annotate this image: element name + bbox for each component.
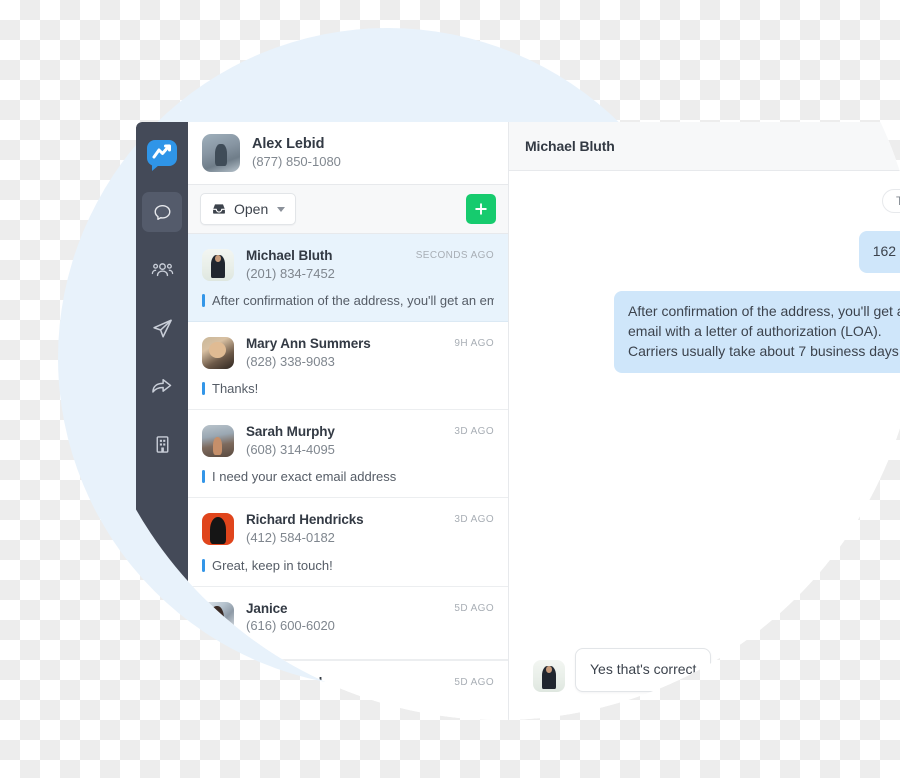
conversation-preview: After confirmation of the address, you'l… [202, 293, 494, 308]
conversation-row-top: Mary Ann Summers (828) 338-9083 9H AGO [202, 336, 494, 370]
account-header: Alex Lebid (877) 850-1080 [188, 122, 508, 184]
message-row-outgoing: After confirmation of the address, you'l… [533, 290, 900, 373]
conversation-phone: (608) 314-4095 [246, 442, 335, 458]
conversation-row-top: Sarah Murphy (608) 314-4095 3D AGO [202, 424, 494, 458]
conversation-phone: (201) 834-7452 [246, 265, 335, 281]
sidebar-item-organization[interactable] [142, 424, 182, 464]
message-bubble: Yes that's correct [575, 648, 712, 692]
conversation-identity: Richard Hendricks (412) 584-0182 [246, 512, 454, 546]
conversation-timestamp: 3D AGO [454, 514, 494, 526]
conversation-identity: Sarah Murphy (608) 314-4095 [246, 424, 454, 458]
conversation-row-top: Janice (616) 600-6020 5D AGO [202, 601, 494, 635]
conversation-row-michael-bluth[interactable]: Michael Bluth (201) 834-7452 SECONDS AGO… [188, 234, 508, 323]
conversation-preview: Great, keep in touch! [202, 558, 494, 573]
people-group-icon [151, 262, 173, 276]
conversation-row-janice[interactable]: Janice (616) 600-6020 5D AGO [188, 586, 508, 660]
conversation-name: Michael Bluth [246, 248, 333, 263]
conversation-name: Richard Hendricks [246, 512, 364, 528]
conversation-preview: Thanks! [202, 381, 494, 396]
conversation-timestamp: 5D AGO [454, 602, 494, 614]
sidebar-item-inbox[interactable] [142, 192, 182, 232]
conversation-preview: I need your exact email address [202, 469, 494, 484]
conversation-row-danila-testprod[interactable]: ⋯ Danila TestProd 5D AGO [188, 659, 508, 705]
avatar [202, 337, 234, 370]
conversation-row-top: Michael Bluth (201) 834-7452 SECONDS AGO [202, 248, 494, 282]
new-conversation-button[interactable] [466, 194, 496, 224]
conversation-name: Sarah Murphy [246, 424, 335, 440]
paper-plane-icon [152, 318, 172, 338]
sidebar-item-contacts[interactable] [142, 250, 182, 290]
avatar [202, 425, 234, 458]
conversation-list-column: Alex Lebid (877) 850-1080 Open Michael B… [188, 122, 509, 720]
app-logo[interactable] [147, 140, 177, 171]
conversation-name: Mary Ann Summers [246, 336, 371, 352]
inbox-filter-label: Open [234, 201, 269, 217]
thread-title: Michael Bluth [525, 138, 615, 154]
conversation-phone: (828) 338-9083 [246, 354, 335, 369]
sidebar-item-integrations[interactable] [142, 366, 182, 406]
conversation-identity: Janice (616) 600-6020 [246, 601, 454, 635]
conversation-row-top: Richard Hendricks (412) 584-0182 3D AGO [202, 512, 494, 546]
message-bubble: After confirmation of the address, you'l… [614, 290, 900, 373]
conversation-timestamp: 3D AGO [454, 426, 494, 438]
avatar [202, 601, 234, 634]
logo-spark-icon [152, 144, 171, 159]
account-phone: (877) 850-1080 [252, 154, 341, 170]
avatar [202, 249, 234, 282]
account-name: Alex Lebid [252, 136, 325, 153]
conversation-list[interactable]: Michael Bluth (201) 834-7452 SECONDS AGO… [188, 234, 508, 720]
conversation-row-mary-ann-summers[interactable]: Mary Ann Summers (828) 338-9083 9H AGO T… [188, 322, 508, 411]
conversation-row-sarah-murphy[interactable]: Sarah Murphy (608) 314-4095 3D AGO I nee… [188, 410, 508, 499]
conversation-row-richard-hendricks[interactable]: Richard Hendricks (412) 584-0182 3D AGO … [188, 498, 508, 587]
composition-stage: Alex Lebid (877) 850-1080 Open Michael B… [0, 0, 900, 778]
forward-arrow-icon [152, 378, 172, 393]
plus-icon [475, 203, 487, 215]
day-badge: Today [881, 189, 900, 213]
conversation-phone: (412) 584-0182 [246, 530, 335, 546]
thread-body[interactable]: Today 162 East After confirmation of the… [509, 171, 900, 720]
account-avatar [202, 134, 240, 172]
message-row-incoming: Yes that's correct [533, 648, 900, 692]
thread-spacer [533, 373, 900, 631]
conversation-timestamp: SECONDS AGO [415, 250, 494, 261]
inbox-filter-dropdown[interactable]: Open [200, 193, 297, 225]
conversation-phone: (616) 600-6020 [246, 618, 335, 634]
building-icon [156, 435, 168, 453]
thread-column: Michael Bluth Today 162 East After confi… [509, 122, 900, 720]
conversation-timestamp: 9H AGO [454, 338, 494, 350]
chevron-down-icon [277, 206, 286, 212]
conversation-timestamp: 5D AGO [454, 676, 494, 688]
conversation-name: Danila TestProd [222, 675, 323, 691]
day-divider-row: Today [533, 189, 900, 213]
message-bubble: 162 East [858, 231, 900, 273]
conversation-name: Janice [246, 600, 288, 616]
thread-header: Michael Bluth [509, 122, 900, 171]
inbox-tray-icon [213, 204, 225, 214]
account-meta: Alex Lebid (877) 850-1080 [252, 135, 341, 170]
sidebar-rail [136, 122, 188, 720]
circular-clip-mask: Alex Lebid (877) 850-1080 Open Michael B… [80, 0, 900, 720]
avatar [202, 513, 234, 546]
app-window: Alex Lebid (877) 850-1080 Open Michael B… [136, 122, 900, 720]
avatar [533, 660, 565, 692]
conversation-identity: Mary Ann Summers (828) 338-9083 [246, 336, 454, 370]
conversation-identity: Michael Bluth (201) 834-7452 [246, 248, 416, 282]
message-row-outgoing: 162 East [533, 231, 900, 273]
chat-bubble-icon [154, 204, 170, 220]
sidebar-item-campaigns[interactable] [142, 308, 182, 348]
conversation-status-dots: ⋯ [202, 674, 216, 690]
list-toolbar: Open [188, 184, 508, 234]
